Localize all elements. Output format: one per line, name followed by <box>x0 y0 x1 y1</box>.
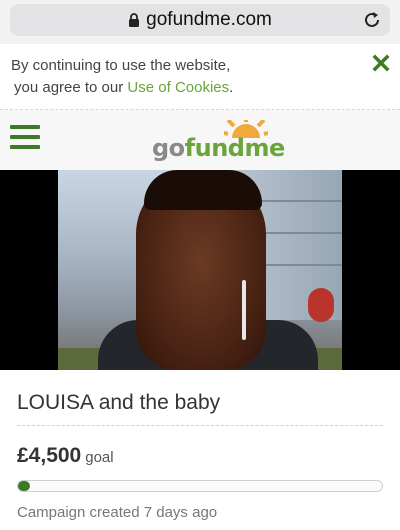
lock-icon <box>129 12 140 27</box>
reload-icon[interactable] <box>362 10 382 30</box>
url-text: gofundme.com <box>146 9 272 30</box>
cookie-message-line1: By continuing to use the website, <box>11 57 231 74</box>
logo-wordmark: gofundme <box>152 134 285 162</box>
progress-fill <box>18 481 30 491</box>
gofundme-logo[interactable]: gofundme <box>152 120 285 164</box>
campaign-title: LOUISA and the baby <box>17 391 221 414</box>
goal-label: goal <box>85 449 114 466</box>
goal-summary: £4,500 goal <box>17 444 114 468</box>
goal-amount: £4,500 <box>17 444 82 467</box>
cookie-message-suffix: . <box>229 79 234 96</box>
campaign-video[interactable] <box>0 170 400 370</box>
site-header: gofundme <box>0 110 400 170</box>
browser-chrome: gofundme.com <box>0 0 400 44</box>
cookie-message-line2: you agree to our Use of Cookies. <box>14 79 233 96</box>
menu-icon[interactable] <box>10 125 40 151</box>
cookie-banner: By continuing to use the website, you ag… <box>0 44 400 110</box>
video-thumbnail <box>58 170 342 370</box>
progress-bar <box>17 480 383 492</box>
address-bar[interactable]: gofundme.com <box>10 4 390 36</box>
close-icon[interactable] <box>372 54 390 72</box>
campaign-created-date: Campaign created 7 days ago <box>17 504 218 521</box>
divider <box>17 425 383 426</box>
cookie-message-prefix: you agree to our <box>14 79 128 96</box>
cookie-policy-link[interactable]: Use of Cookies <box>127 79 229 96</box>
